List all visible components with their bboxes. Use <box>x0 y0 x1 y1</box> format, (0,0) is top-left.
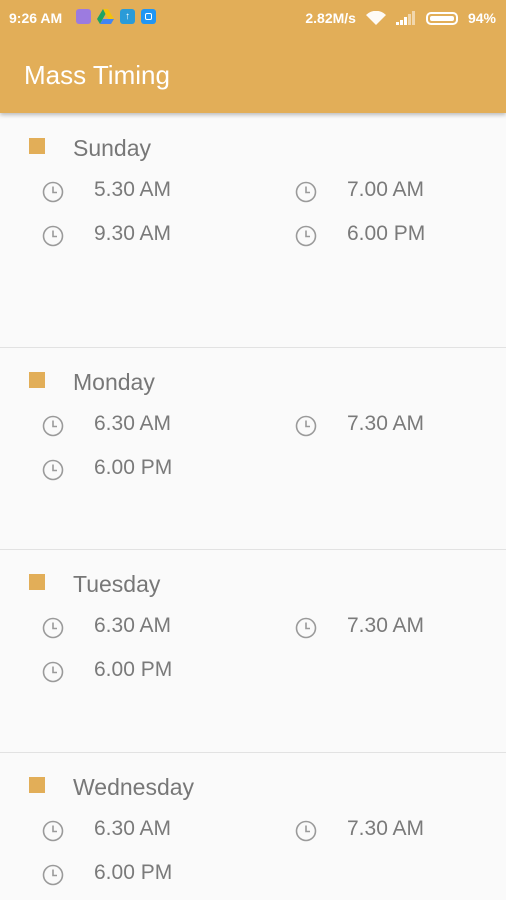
day-section-sunday: Sunday 5.30 AM 7.00 AM 9.30 AM 6.00 PM <box>0 113 506 348</box>
mass-time-text: 7.30 AM <box>347 817 425 840</box>
clock-icon <box>295 225 317 247</box>
mass-time-text: 7.30 AM <box>347 614 425 637</box>
day-marker-icon <box>29 777 45 793</box>
day-name: Monday <box>73 369 155 395</box>
battery-icon <box>425 11 458 25</box>
signal-icon <box>395 11 415 25</box>
clock-icon <box>42 415 64 437</box>
clock-icon <box>42 820 64 842</box>
day-name: Wednesday <box>73 774 195 800</box>
app-icon-purple <box>76 9 91 24</box>
mass-time-text: 6.30 AM <box>94 817 172 840</box>
drive-icon <box>97 9 114 24</box>
clock-icon <box>42 459 64 481</box>
clock-icon <box>295 820 317 842</box>
message-icon <box>141 9 156 24</box>
mass-time-text: 6.30 AM <box>94 614 172 637</box>
mass-time-text: 6.00 PM <box>94 456 173 479</box>
notification-icons: ↑ <box>76 9 156 24</box>
day-section-monday: Monday 6.30 AM 7.30 AM 6.00 PM <box>0 347 506 550</box>
day-marker-icon <box>29 138 45 154</box>
day-marker-icon <box>29 574 45 590</box>
mass-time-text: 6.00 PM <box>347 222 426 245</box>
clock-icon <box>295 617 317 639</box>
clock-icon <box>42 225 64 247</box>
clock-icon <box>295 415 317 437</box>
day-marker-icon <box>29 372 45 388</box>
mass-time-text: 7.30 AM <box>347 412 425 435</box>
clock-icon <box>42 181 64 203</box>
mass-time-text: 6.00 PM <box>94 658 173 681</box>
upload-icon: ↑ <box>120 9 135 24</box>
clock-icon <box>42 617 64 639</box>
day-name: Tuesday <box>73 571 161 597</box>
day-name: Sunday <box>73 135 152 161</box>
mass-time-text: 9.30 AM <box>94 222 172 245</box>
clock-icon <box>42 661 64 683</box>
mass-time-text: 7.00 AM <box>347 178 425 201</box>
clock-icon <box>295 181 317 203</box>
mass-time-text: 6.30 AM <box>94 412 172 435</box>
mass-time-text: 5.30 AM <box>94 178 172 201</box>
status-time: 9:26 AM <box>9 10 63 26</box>
day-section-wednesday: Wednesday 6.30 AM 7.30 AM 6.00 PM <box>0 752 506 900</box>
day-section-tuesday: Tuesday 6.30 AM 7.30 AM 6.00 PM <box>0 549 506 753</box>
app-bar: 9:26 AM ↑ 2.82M/s 94% Mass Timing <box>0 0 506 113</box>
battery-percent: 94% <box>467 10 496 26</box>
wifi-icon <box>365 10 386 25</box>
mass-time-text: 6.00 PM <box>94 861 173 884</box>
network-speed: 2.82M/s <box>305 10 356 26</box>
page-title: Mass Timing <box>24 60 170 90</box>
clock-icon <box>42 864 64 886</box>
status-right: 2.82M/s 94% <box>305 10 496 26</box>
status-bar: 9:26 AM ↑ 2.82M/s 94% <box>0 0 506 36</box>
